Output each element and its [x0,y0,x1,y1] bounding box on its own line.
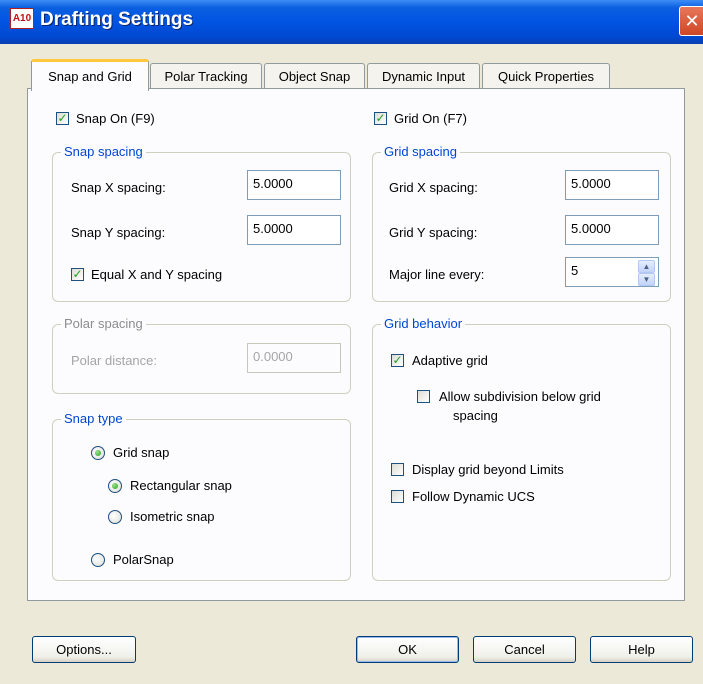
grid-y-input[interactable]: 5.0000 [565,215,659,245]
isometric-snap-radio[interactable] [108,510,122,524]
display-beyond-limits-label: Display grid beyond Limits [412,462,564,477]
follow-dynamic-ucs-label: Follow Dynamic UCS [412,489,535,504]
isometric-snap-label: Isometric snap [130,509,215,524]
spin-down-arrow-icon[interactable]: ▼ [638,273,655,286]
title-bar[interactable]: A10 Drafting Settings ✕ [0,0,703,44]
snap-spacing-title: Snap spacing [61,144,146,160]
rectangular-snap-radio[interactable] [108,479,122,493]
rectangular-snap-label: Rectangular snap [130,478,232,493]
snap-y-label: Snap Y spacing: [71,225,166,240]
grid-behavior-title: Grid behavior [381,316,466,332]
adaptive-grid-label: Adaptive grid [412,353,488,368]
equal-xy-label: Equal X and Y spacing [91,267,223,282]
display-beyond-limits-checkbox[interactable] [391,463,404,476]
tab-polar-tracking[interactable]: Polar Tracking [150,63,262,89]
autocad-app-icon: A10 [10,8,34,29]
polar-distance-input[interactable]: 0.0000 [247,343,341,373]
options-button[interactable]: Options... [32,636,136,663]
window-title: Drafting Settings [40,9,194,30]
ok-button[interactable]: OK [356,636,459,663]
grid-y-label: Grid Y spacing: [389,225,478,240]
tab-quick-properties[interactable]: Quick Properties [482,63,610,89]
polarsnap-radio[interactable] [91,553,105,567]
help-button[interactable]: Help [590,636,693,663]
grid-snap-radio[interactable] [91,446,105,460]
tab-object-snap[interactable]: Object Snap [264,63,365,89]
spin-up-arrow-icon[interactable]: ▲ [638,260,655,273]
grid-x-label: Grid X spacing: [389,180,478,195]
tab-dynamic-input[interactable]: Dynamic Input [367,63,480,89]
allow-subdivision-label-line2: spacing [453,408,498,423]
snap-type-title: Snap type [61,411,126,427]
allow-subdivision-label-line1: Allow subdivision below grid [439,389,601,404]
close-button[interactable]: ✕ [679,6,703,36]
grid-spacing-title: Grid spacing [381,144,460,160]
follow-dynamic-ucs-checkbox[interactable] [391,490,404,503]
equal-xy-checkbox[interactable]: ✓ [71,268,84,281]
grid-on-checkbox[interactable]: ✓ [374,112,387,125]
polarsnap-label: PolarSnap [113,552,174,567]
snap-x-label: Snap X spacing: [71,180,166,195]
grid-snap-label: Grid snap [113,445,170,460]
grid-on-label: Grid On (F7) [394,111,467,126]
polar-spacing-title: Polar spacing [61,316,146,332]
allow-subdivision-checkbox[interactable] [417,390,430,403]
snap-on-label: Snap On (F9) [76,111,155,126]
snap-x-input[interactable]: 5.0000 [247,170,341,200]
polar-distance-label: Polar distance: [71,353,157,368]
tab-snap-and-grid[interactable]: Snap and Grid [31,59,149,91]
major-line-label: Major line every: [389,267,485,282]
adaptive-grid-checkbox[interactable]: ✓ [391,354,404,367]
grid-x-input[interactable]: 5.0000 [565,170,659,200]
cancel-button[interactable]: Cancel [473,636,576,663]
snap-on-checkbox[interactable]: ✓ [56,112,69,125]
snap-y-input[interactable]: 5.0000 [247,215,341,245]
